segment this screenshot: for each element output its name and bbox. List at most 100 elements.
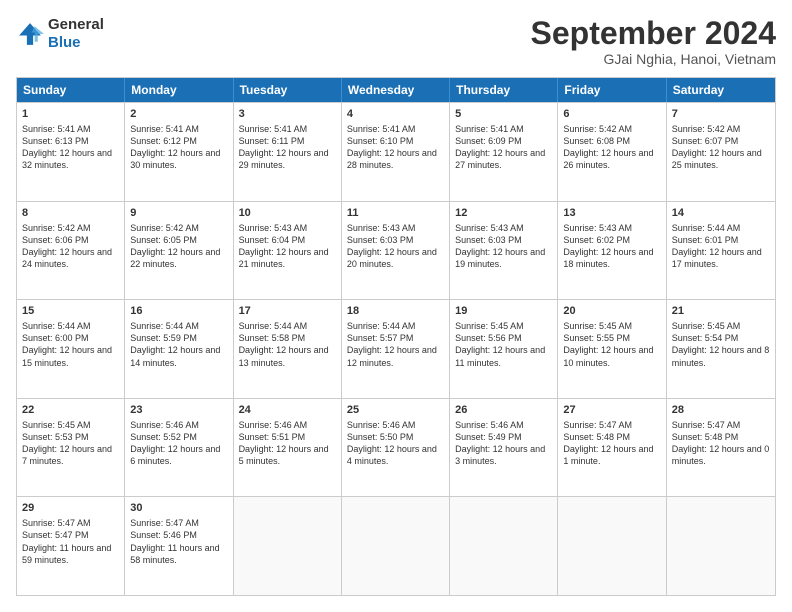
daylight-text: Daylight: 12 hours and 28 minutes. [347,148,437,170]
day-num: 23 [130,403,227,418]
cell-23: 23 Sunrise: 5:46 AM Sunset: 5:52 PM Dayl… [125,399,233,497]
day-num: 9 [130,206,227,221]
sunrise-text: Sunrise: 5:43 AM [455,223,524,233]
daylight-text: Daylight: 12 hours and 12 minutes. [347,345,437,367]
sunrise-text: Sunrise: 5:44 AM [130,321,199,331]
cell-7: 7 Sunrise: 5:42 AM Sunset: 6:07 PM Dayli… [667,103,775,201]
cell-20: 20 Sunrise: 5:45 AM Sunset: 5:55 PM Dayl… [558,300,666,398]
day-num: 12 [455,206,552,221]
sunrise-text: Sunrise: 5:42 AM [563,124,632,134]
day-num: 30 [130,501,227,516]
day-num: 8 [22,206,119,221]
day-num: 26 [455,403,552,418]
daylight-text: Daylight: 12 hours and 11 minutes. [455,345,545,367]
day-num: 7 [672,107,770,122]
daylight-text: Daylight: 12 hours and 25 minutes. [672,148,762,170]
sunrise-text: Sunrise: 5:45 AM [672,321,741,331]
sunrise-text: Sunrise: 5:46 AM [455,420,524,430]
day-num: 28 [672,403,770,418]
sunset-text: Sunset: 5:47 PM [22,530,89,540]
calendar: Sunday Monday Tuesday Wednesday Thursday… [16,77,776,596]
sunrise-text: Sunrise: 5:44 AM [672,223,741,233]
day-num: 29 [22,501,119,516]
sunrise-text: Sunrise: 5:44 AM [22,321,91,331]
week-row-1: 1 Sunrise: 5:41 AM Sunset: 6:13 PM Dayli… [17,102,775,201]
sunset-text: Sunset: 5:58 PM [239,333,306,343]
cell-30: 30 Sunrise: 5:47 AM Sunset: 5:46 PM Dayl… [125,497,233,595]
daylight-text: Daylight: 12 hours and 30 minutes. [130,148,220,170]
sunrise-text: Sunrise: 5:46 AM [347,420,416,430]
cell-16: 16 Sunrise: 5:44 AM Sunset: 5:59 PM Dayl… [125,300,233,398]
sunset-text: Sunset: 6:10 PM [347,136,414,146]
calendar-header: Sunday Monday Tuesday Wednesday Thursday… [17,78,775,102]
calendar-body: 1 Sunrise: 5:41 AM Sunset: 6:13 PM Dayli… [17,102,775,595]
day-num: 13 [563,206,660,221]
cell-6: 6 Sunrise: 5:42 AM Sunset: 6:08 PM Dayli… [558,103,666,201]
cell-10: 10 Sunrise: 5:43 AM Sunset: 6:04 PM Dayl… [234,202,342,300]
header-thursday: Thursday [450,78,558,102]
sunrise-text: Sunrise: 5:41 AM [130,124,199,134]
cell-19: 19 Sunrise: 5:45 AM Sunset: 5:56 PM Dayl… [450,300,558,398]
day-num: 19 [455,304,552,319]
header-monday: Monday [125,78,233,102]
sunrise-text: Sunrise: 5:43 AM [563,223,632,233]
week-row-3: 15 Sunrise: 5:44 AM Sunset: 6:00 PM Dayl… [17,299,775,398]
sunrise-text: Sunrise: 5:41 AM [347,124,416,134]
day-num: 24 [239,403,336,418]
daylight-text: Daylight: 12 hours and 18 minutes. [563,247,653,269]
day-num: 1 [22,107,119,122]
daylight-text: Daylight: 12 hours and 4 minutes. [347,444,437,466]
title-block: September 2024 GJai Nghia, Hanoi, Vietna… [531,16,776,67]
daylight-text: Daylight: 12 hours and 19 minutes. [455,247,545,269]
cell-21: 21 Sunrise: 5:45 AM Sunset: 5:54 PM Dayl… [667,300,775,398]
cell-empty-4 [558,497,666,595]
sunrise-text: Sunrise: 5:44 AM [239,321,308,331]
cell-1: 1 Sunrise: 5:41 AM Sunset: 6:13 PM Dayli… [17,103,125,201]
cell-2: 2 Sunrise: 5:41 AM Sunset: 6:12 PM Dayli… [125,103,233,201]
cell-14: 14 Sunrise: 5:44 AM Sunset: 6:01 PM Dayl… [667,202,775,300]
cell-12: 12 Sunrise: 5:43 AM Sunset: 6:03 PM Dayl… [450,202,558,300]
day-num: 25 [347,403,444,418]
cell-8: 8 Sunrise: 5:42 AM Sunset: 6:06 PM Dayli… [17,202,125,300]
logo-icon [16,20,44,48]
sunset-text: Sunset: 5:51 PM [239,432,306,442]
daylight-text: Daylight: 12 hours and 24 minutes. [22,247,112,269]
daylight-text: Daylight: 12 hours and 8 minutes. [672,345,770,367]
daylight-text: Daylight: 12 hours and 7 minutes. [22,444,112,466]
cell-empty-3 [450,497,558,595]
daylight-text: Daylight: 12 hours and 15 minutes. [22,345,112,367]
cell-3: 3 Sunrise: 5:41 AM Sunset: 6:11 PM Dayli… [234,103,342,201]
cell-13: 13 Sunrise: 5:43 AM Sunset: 6:02 PM Dayl… [558,202,666,300]
daylight-text: Daylight: 12 hours and 14 minutes. [130,345,220,367]
header-saturday: Saturday [667,78,775,102]
sunset-text: Sunset: 5:53 PM [22,432,89,442]
day-num: 6 [563,107,660,122]
daylight-text: Daylight: 12 hours and 20 minutes. [347,247,437,269]
cell-22: 22 Sunrise: 5:45 AM Sunset: 5:53 PM Dayl… [17,399,125,497]
daylight-text: Daylight: 12 hours and 27 minutes. [455,148,545,170]
day-num: 17 [239,304,336,319]
daylight-text: Daylight: 12 hours and 5 minutes. [239,444,329,466]
sunrise-text: Sunrise: 5:45 AM [22,420,91,430]
sunrise-text: Sunrise: 5:47 AM [563,420,632,430]
sunset-text: Sunset: 5:48 PM [563,432,630,442]
week-row-2: 8 Sunrise: 5:42 AM Sunset: 6:06 PM Dayli… [17,201,775,300]
sunset-text: Sunset: 6:09 PM [455,136,522,146]
day-num: 10 [239,206,336,221]
header-wednesday: Wednesday [342,78,450,102]
daylight-text: Daylight: 12 hours and 26 minutes. [563,148,653,170]
cell-empty-2 [342,497,450,595]
sunset-text: Sunset: 5:46 PM [130,530,197,540]
sunset-text: Sunset: 6:01 PM [672,235,739,245]
cell-27: 27 Sunrise: 5:47 AM Sunset: 5:48 PM Dayl… [558,399,666,497]
location-title: GJai Nghia, Hanoi, Vietnam [531,51,776,67]
cell-17: 17 Sunrise: 5:44 AM Sunset: 5:58 PM Dayl… [234,300,342,398]
month-title: September 2024 [531,16,776,51]
header-sunday: Sunday [17,78,125,102]
cell-5: 5 Sunrise: 5:41 AM Sunset: 6:09 PM Dayli… [450,103,558,201]
calendar-page: General Blue September 2024 GJai Nghia, … [0,0,792,612]
week-row-5: 29 Sunrise: 5:47 AM Sunset: 5:47 PM Dayl… [17,496,775,595]
week-row-4: 22 Sunrise: 5:45 AM Sunset: 5:53 PM Dayl… [17,398,775,497]
sunset-text: Sunset: 6:03 PM [347,235,414,245]
sunset-text: Sunset: 6:06 PM [22,235,89,245]
